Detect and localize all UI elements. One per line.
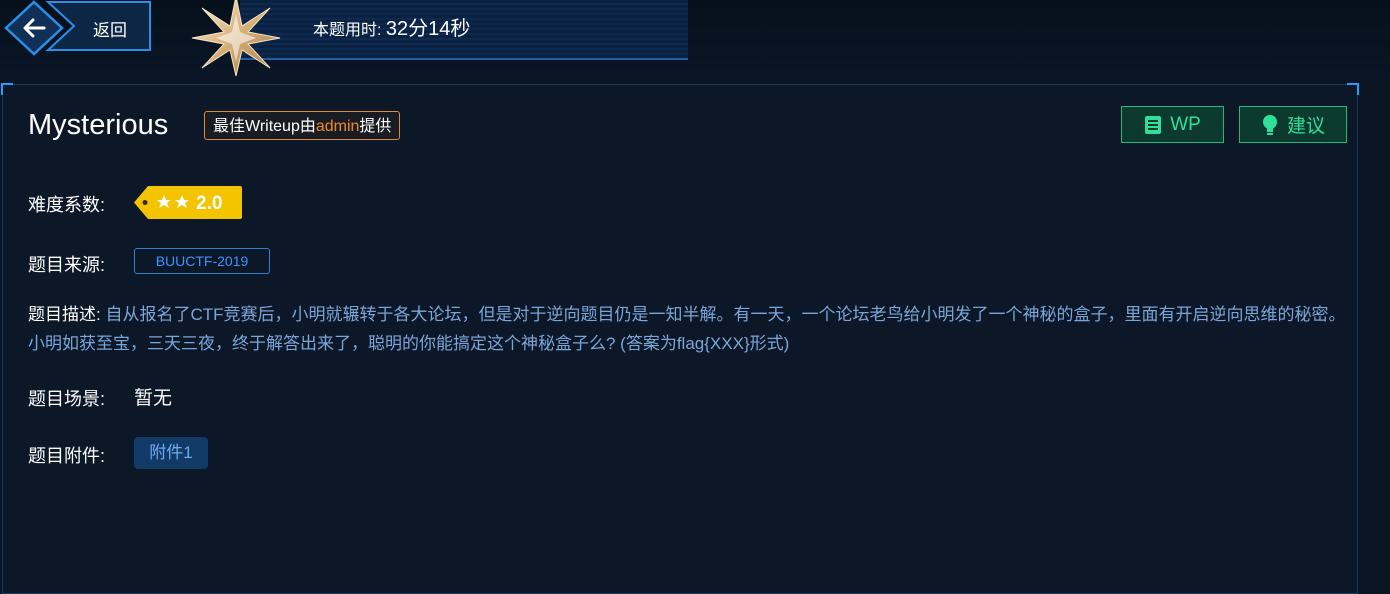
description-label: 题目描述: (28, 305, 101, 324)
timer-text: 本题用时: 32分14秒 (313, 12, 470, 41)
source-tag[interactable]: BUUCTF-2019 (134, 248, 270, 274)
writeup-prefix: 最佳Writeup由 (213, 118, 316, 135)
scene-value: 暂无 (134, 388, 173, 409)
attachment-button[interactable]: 附件1 (134, 437, 208, 469)
difficulty-tag: 2.0 (134, 186, 242, 219)
book-icon (1145, 115, 1162, 134)
timer-label: 本题用时: (313, 22, 386, 39)
challenge-panel: Mysterious 最佳Writeup由admin提供 WP 建议 难度系数:… (1, 83, 1359, 594)
wp-button-label: WP (1170, 113, 1201, 135)
back-label: 返回 (93, 21, 127, 40)
wp-button[interactable]: WP (1121, 106, 1224, 143)
difficulty-value: 2.0 (196, 193, 222, 214)
description: 题目描述: 自从报名了CTF竞赛后，小明就辗转于各大论坛，但是对于逆向题目仍是一… (28, 300, 1348, 358)
star-badge-icon (191, 0, 281, 77)
back-arrow-icon[interactable] (0, 0, 152, 58)
scene-label: 题目场景: (28, 389, 106, 409)
panel-corner-top-right (1347, 83, 1359, 95)
writeup-suffix: 提供 (359, 118, 392, 135)
back-button[interactable]: 返回 (0, 0, 152, 58)
best-writeup-badge[interactable]: 最佳Writeup由admin提供 (204, 111, 401, 140)
source-label: 题目来源: (28, 255, 106, 275)
lightbulb-icon (1262, 114, 1277, 135)
attachment-label: 题目附件: (28, 446, 106, 466)
difficulty-label: 难度系数: (28, 195, 106, 215)
suggest-button-label: 建议 (1286, 116, 1325, 137)
description-text: 自从报名了CTF竞赛后，小明就辗转于各大论坛，但是对于逆向题目仍是一知半解。有一… (28, 305, 1346, 353)
panel-corner-top-left (1, 83, 13, 95)
writeup-author[interactable]: admin (316, 118, 360, 135)
challenge-title: Mysterious (28, 109, 169, 141)
suggest-button[interactable]: 建议 (1239, 106, 1347, 143)
timer-value: 32分14秒 (385, 18, 471, 40)
